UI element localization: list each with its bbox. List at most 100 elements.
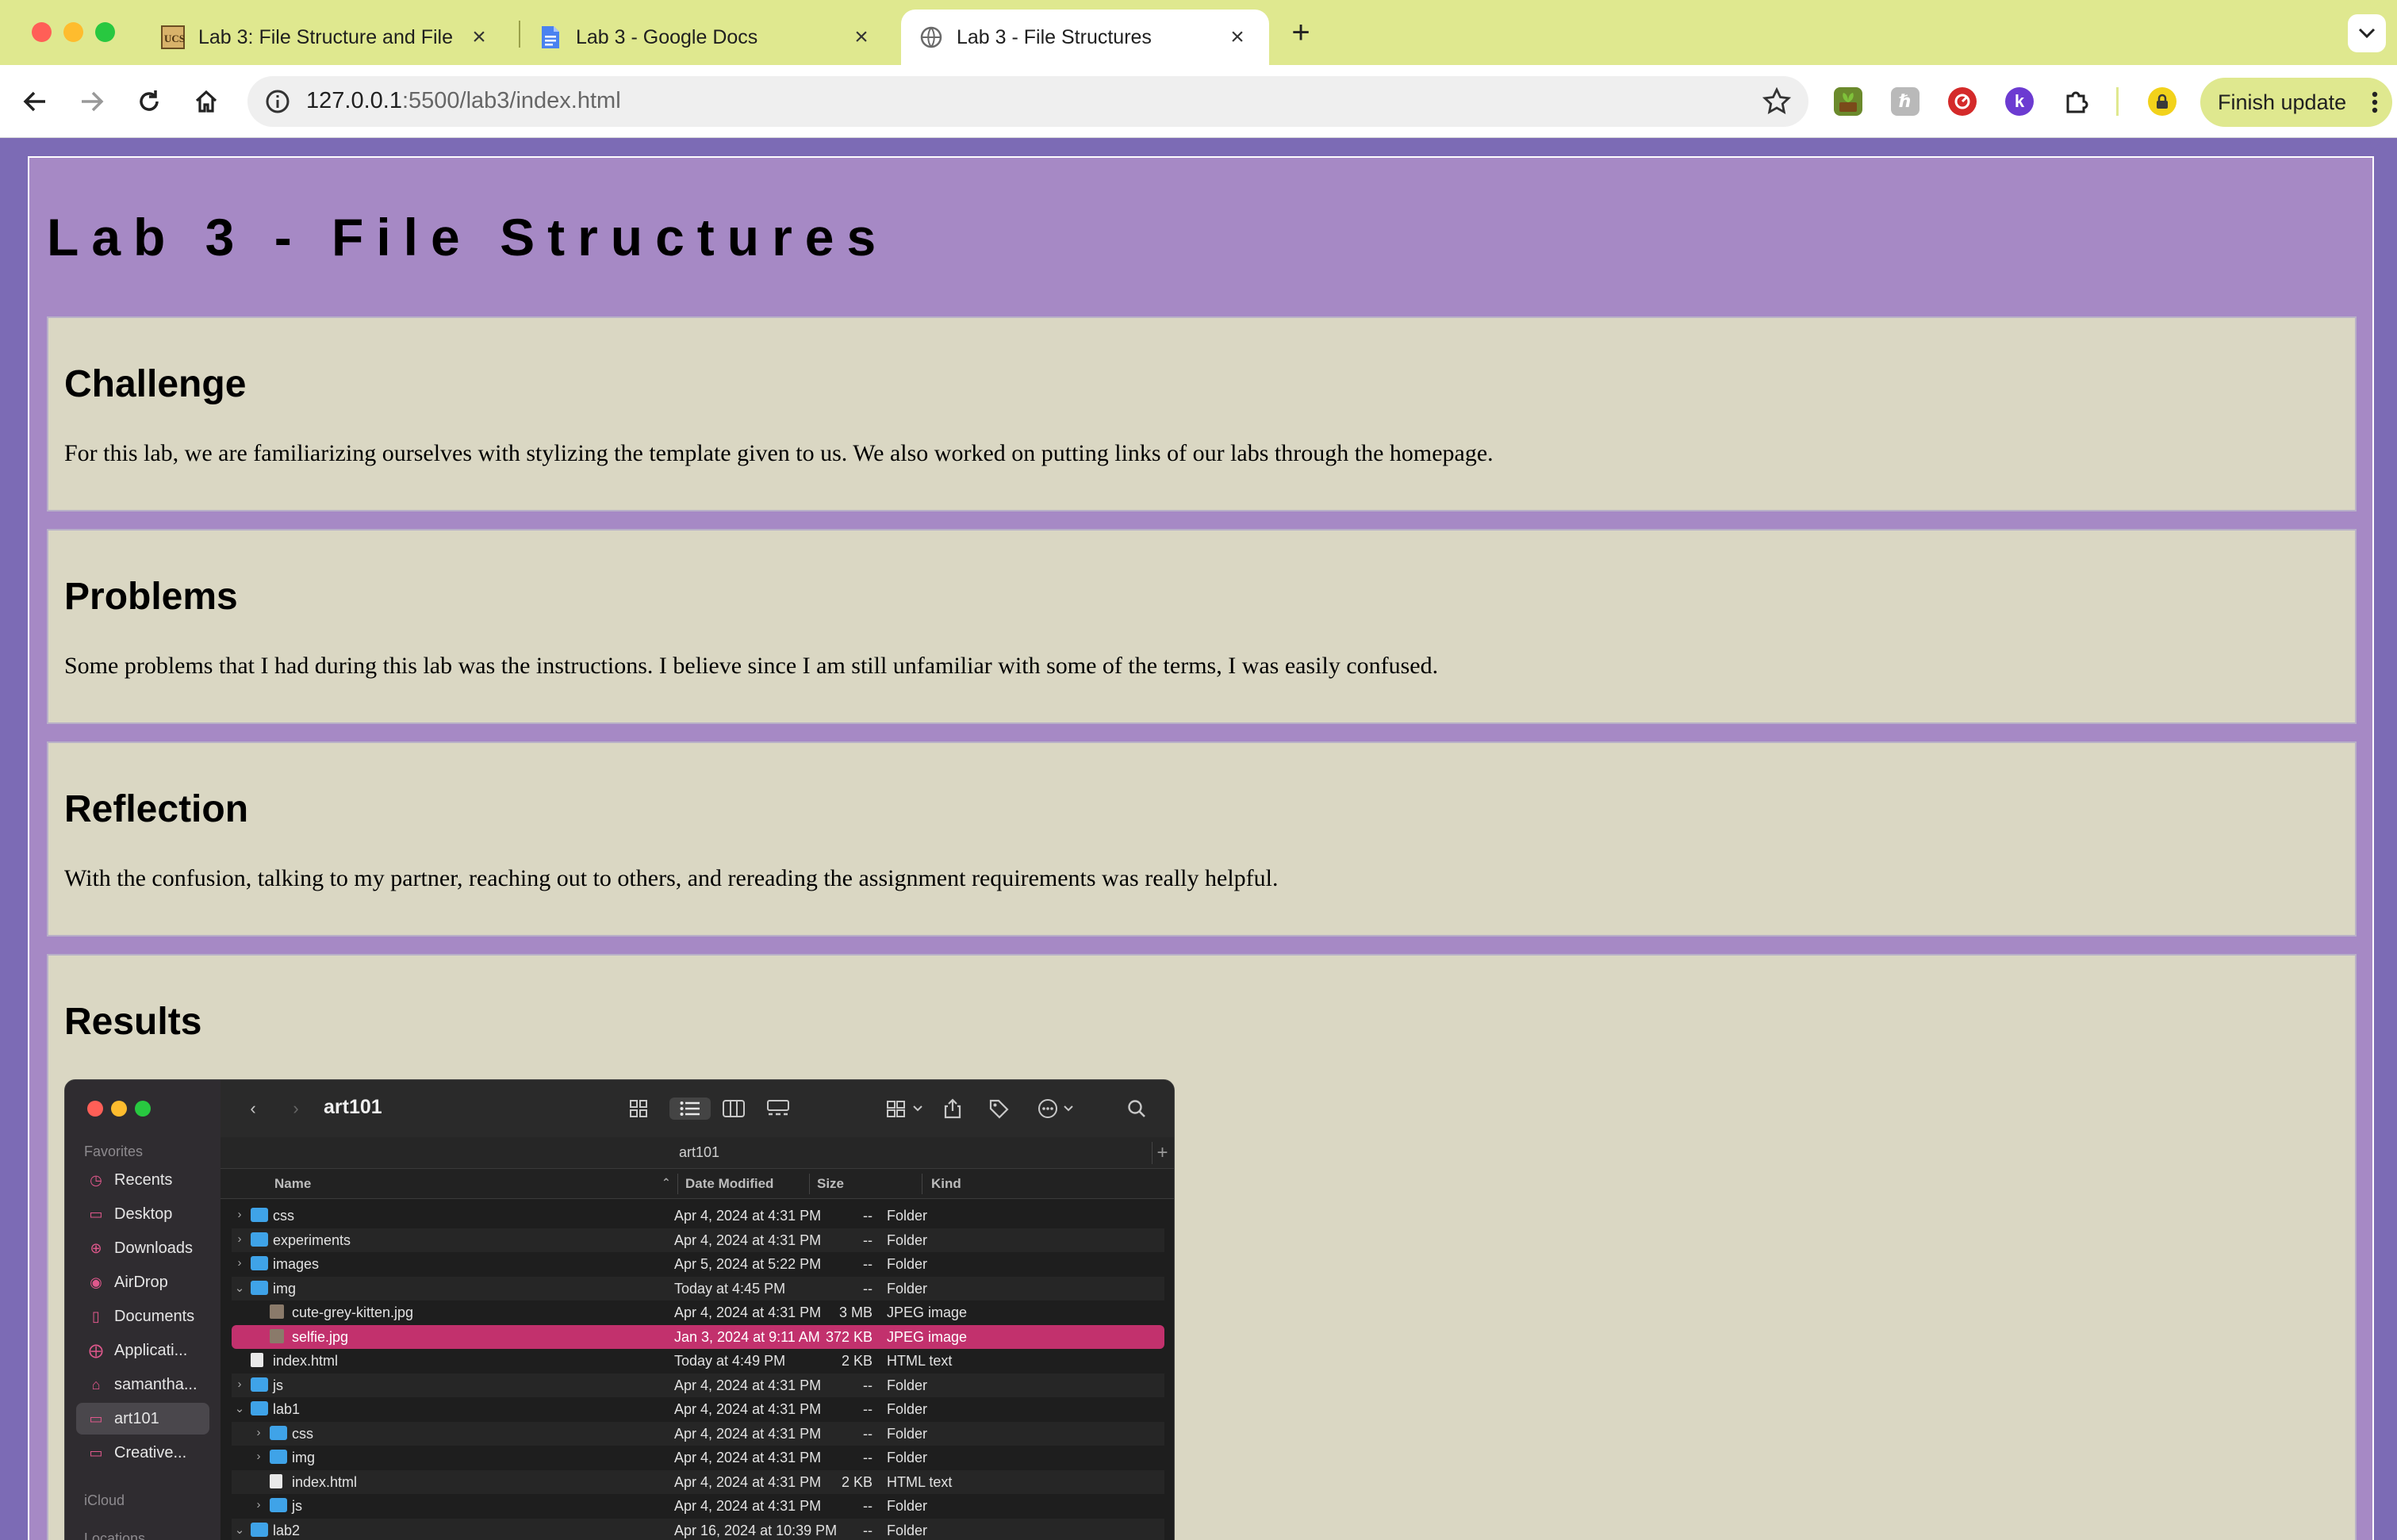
- file-row: ⌄ img Today at 4:45 PM -- Folder: [232, 1276, 1164, 1301]
- column-date-header: Date Modified: [685, 1176, 774, 1191]
- page-viewport: Lab 3 - File Structures Challenge For th…: [0, 139, 2397, 1540]
- section-body: Some problems that I had during this lab…: [64, 653, 1439, 679]
- group-by-icon: [884, 1098, 928, 1120]
- sidebar-item-label: samantha...: [114, 1375, 198, 1393]
- finish-update-button[interactable]: Finish update: [2200, 78, 2392, 127]
- image-file-icon: [270, 1304, 284, 1319]
- home-icon: ⌂: [91, 1376, 101, 1393]
- tab-title: Lab 3: File Structure and File: [198, 25, 453, 48]
- file-name: cute-grey-kitten.jpg: [292, 1304, 414, 1320]
- sidebar-item-label: Documents: [114, 1307, 195, 1325]
- file-kind: HTML text: [887, 1353, 953, 1369]
- file-row: index.html Apr 4, 2024 at 4:31 PM 2 KB HTML…: [232, 1469, 1164, 1494]
- extension-k-icon[interactable]: k: [2005, 87, 2034, 116]
- svg-text:UCSC: UCSC: [164, 33, 185, 44]
- tab-lab3-file-structures[interactable]: Lab 3 - File Structures ×: [901, 10, 1269, 65]
- chevron-left-icon: ‹: [250, 1098, 256, 1118]
- file-size: --: [863, 1522, 873, 1538]
- sidebar-item-label: Downloads: [114, 1239, 193, 1257]
- tab-google-docs[interactable]: Lab 3 - Google Docs ×: [520, 10, 893, 65]
- arrow-right-icon: [82, 91, 104, 112]
- extension-red-icon[interactable]: [1948, 87, 1977, 116]
- home-button[interactable]: [187, 82, 225, 121]
- disclosure-expanded-icon: ⌄: [234, 1402, 245, 1415]
- file-size: --: [863, 1377, 873, 1393]
- more-menu-icon[interactable]: [2372, 91, 2378, 113]
- file-date: Today at 4:49 PM: [674, 1353, 786, 1369]
- file-row: › js Apr 4, 2024 at 4:31 PM -- Folder: [232, 1494, 1164, 1518]
- forward-button[interactable]: [73, 82, 111, 121]
- folder-icon: [270, 1425, 287, 1440]
- reload-button[interactable]: [130, 82, 168, 121]
- close-window-button[interactable]: [32, 22, 52, 42]
- file-kind: Folder: [887, 1425, 928, 1442]
- folder-icon: ▭: [89, 1410, 103, 1427]
- tab-search-button[interactable]: [2348, 14, 2386, 52]
- finder-close-dot: [87, 1101, 103, 1117]
- file-kind: Folder: [887, 1401, 928, 1417]
- file-size: --: [863, 1280, 873, 1297]
- maximize-window-button[interactable]: [95, 22, 115, 42]
- home-icon: [195, 90, 217, 113]
- sidebar-item-label: Creative...: [114, 1443, 187, 1461]
- html-file-icon: [270, 1473, 282, 1488]
- url-text: 127.0.0.1:5500/lab3/index.html: [306, 88, 621, 114]
- file-name: index.html: [292, 1473, 358, 1490]
- file-name: selfie.jpg: [292, 1328, 349, 1345]
- file-date: Today at 4:45 PM: [674, 1280, 786, 1297]
- file-row: ⌄ lab2 Apr 16, 2024 at 10:39 PM -- Folder: [232, 1518, 1164, 1540]
- chevron-down-icon: [2358, 28, 2376, 39]
- file-row: cute-grey-kitten.jpg Apr 4, 2024 at 4:31 …: [232, 1301, 1164, 1324]
- file-kind: Folder: [887, 1232, 928, 1248]
- file-name: experiments: [273, 1232, 351, 1248]
- clock-icon: ◷: [90, 1171, 102, 1188]
- column-kind-header: Kind: [931, 1176, 961, 1191]
- disclosure-collapsed-icon: ›: [237, 1232, 242, 1246]
- section-reflection: Reflection With the confusion, talking t…: [47, 741, 2357, 937]
- chevron-right-icon: ›: [293, 1098, 299, 1118]
- file-name: images: [273, 1256, 320, 1272]
- section-heading: Challenge: [64, 363, 247, 405]
- site-info-icon[interactable]: [265, 89, 290, 114]
- column-name-header: Name: [274, 1176, 312, 1191]
- file-kind: JPEG image: [887, 1328, 968, 1345]
- finish-update-label: Finish update: [2218, 90, 2347, 114]
- sidebar-item-airdrop: ◉ AirDrop: [76, 1266, 209, 1298]
- disclosure-expanded-icon: ⌄: [234, 1281, 245, 1295]
- file-row: › experiments Apr 4, 2024 at 4:31 PM -- Fold…: [232, 1228, 1164, 1252]
- tab-close-icon[interactable]: ×: [465, 24, 493, 51]
- back-button[interactable]: [16, 82, 54, 121]
- applications-icon: ⨁: [89, 1342, 103, 1358]
- tab-close-icon[interactable]: ×: [1223, 24, 1252, 51]
- folder-icon: [251, 1377, 268, 1392]
- extensions-puzzle-icon[interactable]: [2062, 87, 2091, 116]
- ucsc-favicon-icon: UCSC: [160, 25, 186, 50]
- file-row: index.html Today at 4:49 PM 2 KB HTML text: [232, 1349, 1164, 1373]
- folder-icon: [270, 1498, 287, 1512]
- tab-bar: UCSC Lab 3: File Structure and File × La…: [0, 0, 2397, 65]
- new-tab-button[interactable]: +: [1283, 16, 1318, 51]
- folder-icon: [251, 1280, 268, 1295]
- profile-avatar[interactable]: [2148, 87, 2176, 116]
- finder-toolbar: ‹ › art101: [221, 1080, 1174, 1137]
- tab-close-icon[interactable]: ×: [847, 24, 876, 51]
- sidebar-item-downloads: ⊕ Downloads: [76, 1232, 209, 1264]
- download-icon: ⊕: [90, 1239, 102, 1256]
- extension-grammar-icon[interactable]: ℏ: [1891, 87, 1920, 116]
- extension-plant-icon[interactable]: [1834, 87, 1862, 116]
- selected-file-row: selfie.jpg Jan 3, 2024 at 9:11 AM 372 KB JP…: [232, 1324, 1164, 1349]
- file-name: index.html: [273, 1353, 339, 1369]
- address-bar[interactable]: 127.0.0.1:5500/lab3/index.html: [247, 76, 1808, 127]
- section-heading: Results: [64, 1001, 202, 1043]
- page-title: Lab 3 - File Structures: [47, 208, 889, 266]
- minimize-window-button[interactable]: [63, 22, 83, 42]
- tab-lab3-file-structure[interactable]: UCSC Lab 3: File Structure and File ×: [143, 10, 511, 65]
- folder-icon: ▭: [89, 1444, 103, 1461]
- bookmark-star-icon[interactable]: [1762, 87, 1791, 116]
- sidebar-item-art101: ▭ art101: [76, 1403, 209, 1435]
- finder-column-header: Name ⌃ Date Modified Size Kind: [221, 1169, 1174, 1199]
- file-name: css: [273, 1208, 294, 1224]
- html-file-icon: [251, 1353, 263, 1367]
- desktop-icon: ▭: [89, 1205, 103, 1222]
- file-name: js: [292, 1498, 302, 1514]
